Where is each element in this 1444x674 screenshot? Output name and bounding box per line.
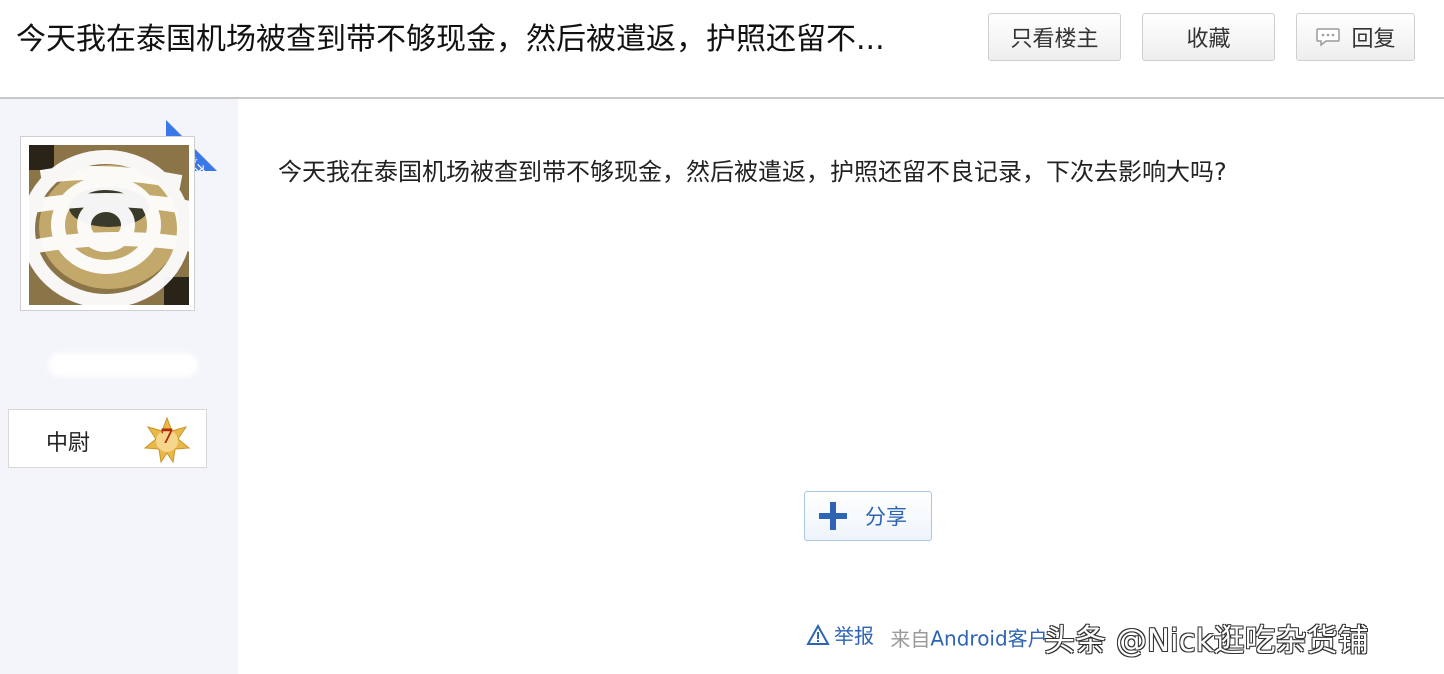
username-redacted bbox=[48, 353, 198, 377]
author-sidebar: 楼主 中尉 7 bbox=[0, 99, 238, 674]
favorite-button[interactable]: 收藏 bbox=[1142, 13, 1275, 61]
reply-button[interactable]: 回复 bbox=[1296, 13, 1415, 61]
reply-label: 回复 bbox=[1351, 27, 1396, 52]
report-label: 举报 bbox=[834, 624, 874, 648]
avatar[interactable] bbox=[20, 136, 195, 311]
thread-header: 今天我在泰国机场被查到带不够现金，然后被遣返，护照还留不... 只看楼主 收藏 … bbox=[0, 0, 1444, 99]
post-footer: 举报 来自Android客户 bbox=[806, 620, 1048, 651]
from-label: 来自 bbox=[890, 626, 931, 651]
favorite-label: 收藏 bbox=[1186, 27, 1231, 52]
only-op-button[interactable]: 只看楼主 bbox=[988, 13, 1121, 61]
share-label: 分享 bbox=[865, 505, 907, 529]
plus-icon bbox=[819, 502, 847, 530]
watermark: 头条 @Nick逛吃杂货铺 bbox=[1044, 623, 1369, 659]
report-link[interactable]: 举报 bbox=[806, 620, 874, 649]
thread-title: 今天我在泰国机场被查到带不够现金，然后被遣返，护照还留不... bbox=[16, 22, 885, 57]
rank-badge: 中尉 7 bbox=[8, 409, 207, 468]
rank-label: 中尉 bbox=[46, 431, 91, 456]
warning-icon bbox=[806, 623, 830, 645]
avatar-image bbox=[21, 145, 194, 308]
post-content: 今天我在泰国机场被查到带不够现金，然后被遣返，护照还留不良记录，下次去影响大吗? bbox=[278, 158, 1227, 186]
speech-bubble-icon bbox=[1316, 28, 1341, 47]
rank-level: 7 bbox=[160, 424, 174, 448]
only-op-label: 只看楼主 bbox=[1010, 27, 1099, 52]
client-link[interactable]: Android客户 bbox=[930, 627, 1047, 651]
share-button[interactable]: 分享 bbox=[804, 491, 932, 541]
